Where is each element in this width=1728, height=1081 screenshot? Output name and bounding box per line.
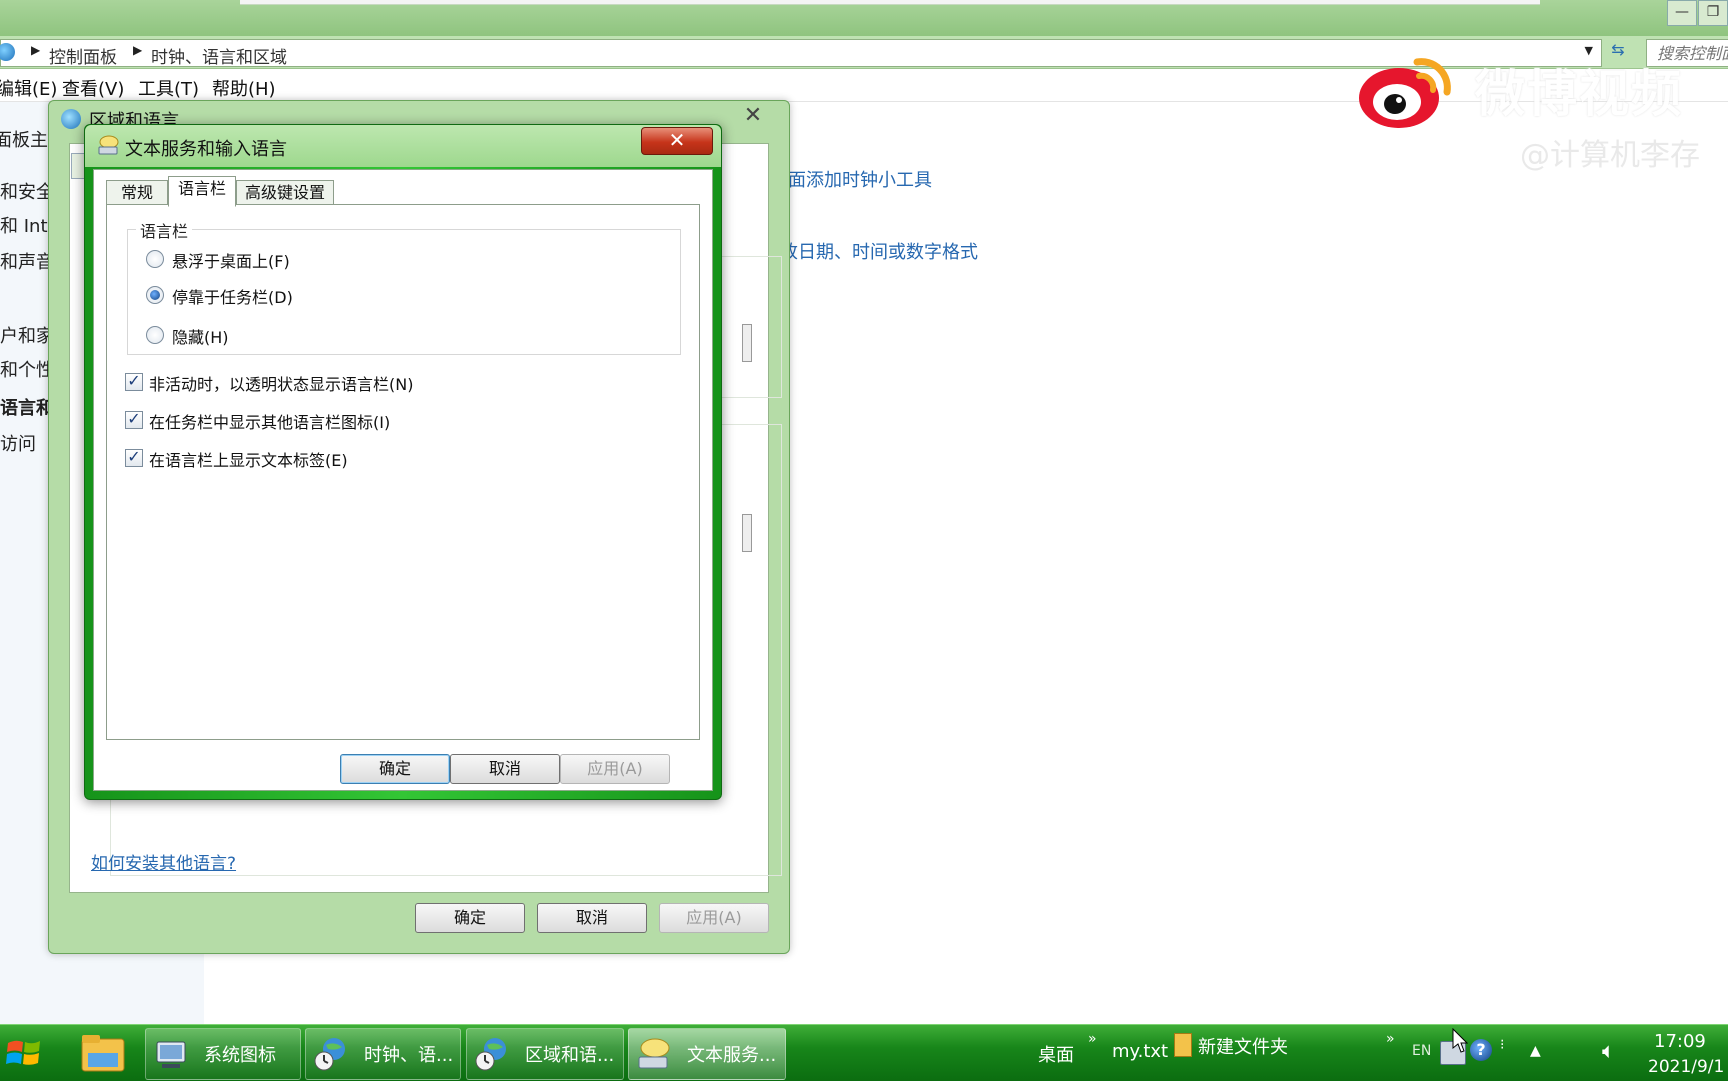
globe-clock-icon — [314, 1037, 348, 1071]
clock-date[interactable]: 2021/9/1 — [1648, 1057, 1724, 1077]
keyboard-speech-icon — [97, 135, 119, 155]
radio-float-desktop-label[interactable]: 悬浮于桌面上(F) — [172, 248, 290, 272]
radio-hidden-label[interactable]: 隐藏(H) — [172, 324, 229, 348]
install-languages-link[interactable]: 如何安装其他语言? — [91, 849, 236, 874]
radio-hidden[interactable] — [146, 326, 164, 344]
menu-bar: 编辑(E) 查看(V) 工具(T) 帮助(H) — [0, 69, 1728, 102]
radio-dock-taskbar[interactable] — [146, 286, 164, 304]
checkbox-text-labels[interactable]: ✓ — [125, 449, 143, 467]
taskbar-button-clock-language[interactable]: 时钟、语... — [305, 1028, 461, 1080]
toolbar-my-txt[interactable]: my.txt — [1112, 1041, 1168, 1062]
taskbar-button-text-services[interactable]: 文本服务... — [628, 1028, 786, 1080]
globe-icon — [61, 109, 81, 129]
text-services-dialog: 文本服务和输入语言 ✕ 常规 语言栏 高级键设置 语言栏 悬浮于桌面上(F) 停… — [84, 124, 722, 800]
checkbox-transparent[interactable]: ✓ — [125, 373, 143, 391]
partial-button[interactable] — [742, 324, 752, 362]
ok-button[interactable]: 确定 — [415, 903, 525, 933]
window-controls: — ❐ — [1666, 0, 1728, 28]
globe-clock-icon — [475, 1037, 509, 1071]
apply-button[interactable]: 应用(A) — [560, 754, 670, 784]
partial-button[interactable] — [742, 514, 752, 552]
toolbar-desktop[interactable]: 桌面 — [1038, 1041, 1074, 1067]
checkbox-text-labels-label[interactable]: 在语言栏上显示文本标签(E) — [149, 447, 348, 471]
link-add-clock-gadget[interactable]: 面添加时钟小工具 — [788, 166, 932, 192]
menu-edit[interactable]: 编辑(E) — [0, 75, 57, 101]
toolbar-chevron-icon[interactable]: » — [1088, 1031, 1097, 1047]
nav-item-access[interactable]: 访问 — [0, 430, 36, 456]
ok-button[interactable]: 确定 — [340, 754, 450, 784]
clock-time[interactable]: 17:09 — [1654, 1031, 1706, 1052]
help-icon[interactable]: ? — [1470, 1039, 1492, 1061]
breadcrumb-clock-language-region[interactable]: 时钟、语言和区域 — [151, 43, 287, 68]
taskbar-button-system-icons[interactable]: 系统图标 — [145, 1028, 301, 1080]
options-icon[interactable]: ⁝ — [1500, 1037, 1504, 1053]
close-button[interactable]: ✕ — [641, 127, 713, 155]
tab-panel: 语言栏 悬浮于桌面上(F) 停靠于任务栏(D) 隐藏(H) ✓ 非活动时，以透明… — [106, 204, 700, 740]
breadcrumb-chevron-icon[interactable]: ▶ — [31, 43, 40, 57]
titlebar-highlight — [240, 0, 1540, 5]
taskbar-button-label: 系统图标 — [204, 1045, 276, 1066]
menu-help[interactable]: 帮助(H) — [212, 75, 276, 101]
taskbar-button-region-language[interactable]: 区域和语... — [466, 1028, 624, 1080]
radio-float-desktop[interactable] — [146, 250, 164, 268]
group-title: 语言栏 — [136, 218, 193, 242]
watermark-text: 微博视频 — [1475, 65, 1683, 123]
toolbar-chevron-icon[interactable]: » — [1386, 1031, 1395, 1047]
checkbox-transparent-label[interactable]: 非活动时，以透明状态显示语言栏(N) — [149, 371, 413, 395]
language-indicator[interactable]: EN — [1412, 1043, 1431, 1059]
tab-advanced-key-settings[interactable]: 高级键设置 — [236, 180, 334, 206]
maximize-button[interactable]: ❐ — [1698, 0, 1728, 26]
radio-dock-taskbar-label[interactable]: 停靠于任务栏(D) — [172, 284, 293, 308]
volume-icon[interactable]: 🔈︎ — [1602, 1039, 1615, 1064]
nav-item-sound[interactable]: 和声音 — [0, 248, 54, 274]
explorer-folder-icon[interactable] — [80, 1031, 126, 1075]
nav-item-clock-language[interactable]: 语言和 — [0, 394, 54, 420]
link-change-date-format[interactable]: 改日期、时间或数字格式 — [780, 238, 978, 264]
checkbox-extra-icons-label[interactable]: 在任务栏中显示其他语言栏图标(I) — [149, 409, 390, 433]
checkbox-extra-icons[interactable]: ✓ — [125, 411, 143, 429]
nav-item-security[interactable]: 和安全 — [0, 178, 54, 204]
taskbar-button-label: 时钟、语... — [364, 1045, 454, 1066]
cancel-button[interactable]: 取消 — [537, 903, 647, 933]
folder-icon — [1174, 1033, 1192, 1057]
tab-language-bar[interactable]: 语言栏 — [168, 176, 236, 207]
control-panel-globe-icon — [0, 43, 15, 61]
cancel-button[interactable]: 取消 — [450, 754, 560, 784]
monitor-icon — [154, 1037, 188, 1071]
tab-general[interactable]: 常规 — [106, 180, 168, 206]
apply-button[interactable]: 应用(A) — [659, 903, 769, 933]
watermark-subtext: @计算机李存 — [1520, 138, 1700, 173]
breadcrumb-control-panel[interactable]: 控制面板 — [49, 43, 117, 68]
dialog-titlebar: 文本服务和输入语言 ✕ — [85, 125, 721, 167]
language-bar-group: 语言栏 悬浮于桌面上(F) 停靠于任务栏(D) 隐藏(H) — [127, 218, 681, 355]
taskbar-button-label: 区域和语... — [525, 1045, 615, 1066]
show-hidden-icons-icon[interactable]: ▲ — [1530, 1043, 1541, 1059]
breadcrumb-chevron-icon[interactable]: ▶ — [133, 43, 142, 57]
taskbar: 系统图标 时钟、语... 区域和语... 文本服务... 桌面 » my.txt… — [0, 1024, 1728, 1081]
menu-view[interactable]: 查看(V) — [62, 75, 124, 101]
minimize-button[interactable]: — — [1667, 0, 1697, 26]
close-icon[interactable]: ✕ — [731, 105, 775, 127]
weibo-logo-icon — [1355, 48, 1455, 132]
address-bar-area: ▶ 控制面板 ▶ 时钟、语言和区域 ▼ ⇆ — [0, 36, 1728, 69]
start-orb-icon[interactable] — [4, 1033, 44, 1073]
explorer-titlebar — [0, 0, 1728, 36]
taskbar-button-label: 文本服务... — [687, 1045, 777, 1066]
mouse-pointer-icon — [1452, 1027, 1469, 1054]
keyboard-speech-icon — [637, 1037, 671, 1071]
dialog-title: 文本服务和输入语言 — [125, 139, 287, 160]
toolbar-new-folder[interactable]: 新建文件夹 — [1198, 1033, 1288, 1059]
dialog-body: 常规 语言栏 高级键设置 语言栏 悬浮于桌面上(F) 停靠于任务栏(D) 隐藏(… — [93, 169, 713, 791]
menu-tools[interactable]: 工具(T) — [138, 75, 199, 101]
